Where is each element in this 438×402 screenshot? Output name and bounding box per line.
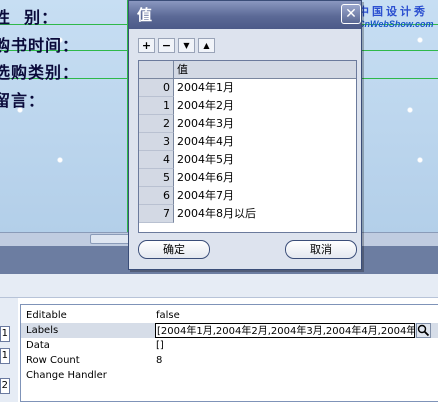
- grid-row[interactable]: 2 2004年3月: [139, 115, 356, 133]
- labels-value-field[interactable]: [2004年1月,2004年2月,2004年3月,2004年4月,2004年5月…: [155, 323, 415, 338]
- values-dialog: 值 ✕ + − ▼ ▲ 值 0 2004年1月 1 2004年2月 2 2004年3月…: [128, 0, 362, 270]
- property-sheet: Editable false Labels [2004年1月,2004年2月,2…: [20, 304, 438, 402]
- property-row-change-handler[interactable]: Change Handler: [21, 368, 438, 383]
- row-value[interactable]: 2004年2月: [177, 97, 234, 115]
- grid-row[interactable]: 6 2004年7月: [139, 187, 356, 205]
- magnifier-icon-graphic: [417, 324, 430, 337]
- grid-column-header: 值: [177, 63, 188, 76]
- move-up-button[interactable]: ▲: [198, 38, 215, 53]
- row-index: 3: [139, 133, 174, 151]
- grid-corner: [139, 61, 174, 78]
- row-value[interactable]: 2004年6月: [177, 169, 234, 187]
- add-row-button[interactable]: +: [138, 38, 155, 53]
- row-value[interactable]: 2004年5月: [177, 151, 234, 169]
- form-label-message: 留言：: [0, 91, 46, 110]
- panel-header: [0, 274, 438, 298]
- row-value[interactable]: 2004年7月: [177, 187, 234, 205]
- move-down-button[interactable]: ▼: [178, 38, 195, 53]
- remove-row-button[interactable]: −: [158, 38, 175, 53]
- row-value[interactable]: 2004年8月以后: [177, 205, 256, 223]
- row-index: 0: [139, 79, 174, 97]
- left-field[interactable]: 2: [0, 378, 10, 394]
- property-row-editable[interactable]: Editable false: [21, 308, 438, 323]
- property-row-row-count[interactable]: Row Count 8: [21, 353, 438, 368]
- property-row-data[interactable]: Data []: [21, 338, 438, 353]
- grid-row[interactable]: 4 2004年5月: [139, 151, 356, 169]
- row-index: 4: [139, 151, 174, 169]
- watermark-logo: 中国设计秀 CnWebShow.com: [358, 3, 438, 29]
- row-index: 2: [139, 115, 174, 133]
- grid-row[interactable]: 1 2004年2月: [139, 97, 356, 115]
- row-value[interactable]: 2004年1月: [177, 79, 234, 97]
- property-name: Editable: [26, 310, 67, 321]
- row-index: 7: [139, 205, 174, 223]
- watermark-en: CnWebShow.com: [358, 19, 434, 29]
- grid-row[interactable]: 7 2004年8月以后: [139, 205, 356, 223]
- property-value[interactable]: 8: [156, 353, 162, 368]
- left-field[interactable]: 1: [0, 348, 10, 364]
- grid-row[interactable]: 3 2004年4月: [139, 133, 356, 151]
- property-name: Labels: [26, 325, 59, 336]
- cancel-button[interactable]: 取消: [285, 240, 357, 259]
- property-value[interactable]: false: [156, 308, 180, 323]
- property-row-labels[interactable]: Labels [2004年1月,2004年2月,2004年3月,2004年4月,…: [21, 323, 438, 338]
- grid-row[interactable]: 0 2004年1月: [139, 79, 356, 97]
- grid-header: 值: [139, 61, 356, 79]
- ok-button[interactable]: 确定: [138, 240, 210, 259]
- row-index: 6: [139, 187, 174, 205]
- row-value[interactable]: 2004年4月: [177, 133, 234, 151]
- form-label-buy-time: 购书时间：: [0, 36, 80, 55]
- values-grid: 值 0 2004年1月 1 2004年2月 2 2004年3月 3 2004年4月 42…: [138, 60, 357, 233]
- property-name: Data: [26, 340, 50, 351]
- watermark-cn: 中国设计秀: [358, 6, 428, 18]
- left-panel: 1 1 2: [0, 298, 18, 402]
- property-name: Row Count: [26, 355, 80, 366]
- close-icon[interactable]: ✕: [341, 4, 361, 24]
- magnifier-icon[interactable]: [416, 323, 431, 338]
- left-field[interactable]: 1: [0, 326, 10, 342]
- scrollbar-thumb[interactable]: [90, 234, 130, 244]
- property-value[interactable]: []: [156, 338, 164, 353]
- row-index: 5: [139, 169, 174, 187]
- row-value[interactable]: 2004年3月: [177, 115, 234, 133]
- grid-row[interactable]: 5 2004年6月: [139, 169, 356, 187]
- form-label-category: 选购类别：: [0, 63, 80, 82]
- dialog-title[interactable]: 值: [129, 1, 361, 29]
- row-index: 1: [139, 97, 174, 115]
- form-label-gender: 性 别：: [0, 8, 59, 27]
- property-name: Change Handler: [26, 370, 107, 381]
